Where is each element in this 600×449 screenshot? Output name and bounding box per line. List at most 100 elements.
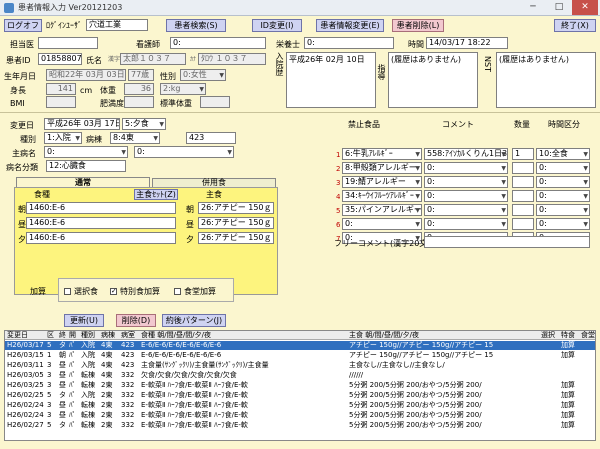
forbidden-food-select[interactable]: 0: [342,218,422,230]
time-class-select[interactable]: 0: [536,176,590,188]
table-row[interactable]: H26/02/27 5 タﾊﾟ 転棟 2東 332 E-軟菜Ⅱ ﾊｰﾌ食/E-軟菜Ⅱ ﾊｰﾌ… [5,421,595,430]
ward-select[interactable]: 8:4東 [110,132,160,144]
table-row[interactable]: H26/03/15 1 朝ﾊﾟ 入院 4東 423 E-6/E-6/E-6/E-6/E-6/… [5,351,595,360]
table-row[interactable]: H26/02/24 3 昼ﾊﾟ 転棟 2東 332 E-軟菜Ⅱ ﾊｰﾌ食/E-軟菜Ⅱ ﾊｰﾌ… [5,411,595,420]
grid-header-cell[interactable]: 食堂 [581,331,595,340]
grid-header-cell[interactable]: 開 [69,331,76,340]
tab-normal[interactable]: 通常 [16,177,150,187]
room-field[interactable]: 423 [186,132,236,144]
staple-lunch[interactable]: 26:アチピー 150ｇ [198,217,274,229]
organization-field: 穴道工業 [86,19,148,31]
nurse-field[interactable]: 0: [170,37,266,49]
table-row[interactable]: H26/03/25 3 昼ﾊﾟ 転棟 2東 332 E-軟菜Ⅱ ﾊｰﾌ食/E-軟菜Ⅱ ﾊｰﾌ… [5,381,595,390]
staple-set-button[interactable]: 主食ｾｯﾄ(Z) [134,189,178,200]
grid-header-cell[interactable]: 選択 [541,331,555,340]
time-class-select[interactable]: 0: [536,218,590,230]
food-type-breakfast[interactable]: 1460:E-6 [26,202,176,214]
table-row[interactable]: H26/02/24 3 昼ﾊﾟ 転棟 2東 332 E-軟菜Ⅱ ﾊｰﾌ食/E-軟菜Ⅱ ﾊｰﾌ… [5,401,595,410]
table-cell: アチピー 150g//アチピー 150g//アチピー 15 [349,351,494,359]
comment-select[interactable]: 0: [424,218,508,230]
table-cell: 3 [47,361,52,369]
patient-delete-button[interactable]: 患者削除(L) [392,19,444,32]
id-change-button[interactable]: ID変更(I) [252,19,302,32]
table-cell: 加算 [561,421,575,429]
staple-breakfast[interactable]: 26:アチピー 150ｇ [198,202,274,214]
comment-select[interactable]: 0: [424,204,508,216]
checkbox-icon[interactable] [174,288,181,295]
pattern-button[interactable]: 約後パターン(J) [162,314,226,327]
comment-select[interactable]: 558:ｱｲｿｶﾙくりん1日3ｷ [424,148,508,160]
staple-header: 主食 [206,190,222,199]
meal-time-select[interactable]: 5:夕食 [122,118,166,130]
logoff-button[interactable]: ログオフ [4,19,42,32]
grid-header-cell[interactable]: 特食 [561,331,575,340]
patient-search-button[interactable]: 患者検索(S) [166,19,226,32]
time-class-select[interactable]: 0: [536,204,590,216]
addon-option[interactable]: 選択食 [64,286,98,297]
minimize-button[interactable]: ─ [520,0,546,15]
checkbox-icon[interactable] [64,288,71,295]
update-button[interactable]: 更新(U) [64,314,104,327]
type-select[interactable]: 1:入院 [44,132,82,144]
disease-class-field[interactable]: 12:心臓食 [46,160,126,172]
table-row[interactable]: H26/03/05 3 昼ﾊﾟ 転棟 4東 332 欠食/欠食/欠食/欠食/欠食/欠食 ///… [5,371,595,380]
comment-select[interactable]: 0: [424,190,508,202]
comment-select[interactable]: 0: [424,176,508,188]
comment-select[interactable]: 0: [424,162,508,174]
forbidden-food-select[interactable]: 6:牛乳ｱﾚﾙｷﾞｰ [342,148,422,160]
forbidden-food-select[interactable]: 34:ｷｰｳｲﾌﾙｰﾂｱﾚﾙｷﾞｰ [342,190,422,202]
qty-field[interactable] [512,204,534,216]
food-type-lunch[interactable]: 1460:E-6 [26,217,176,229]
time-class-select[interactable]: 0: [536,162,590,174]
patient-info-change-button[interactable]: 患者情報変更(E) [316,19,384,32]
checkbox-icon[interactable]: ✓ [110,288,117,295]
delete-button[interactable]: 削除(D) [116,314,156,327]
table-cell: ﾊﾟ [69,401,76,409]
table-row[interactable]: H26/03/17 5 タﾊﾟ 入院 4東 423 E-6/E-6/E-6/E-6/E-6/… [5,341,595,350]
time-label: 時間 [408,40,424,49]
obesity-label: 肥満度 [100,99,124,108]
grid-header-cell[interactable]: 終 [59,331,66,340]
time-class-select[interactable]: 10:全食 [536,148,590,160]
exit-button[interactable]: 終了(X) [554,19,596,32]
disease-select-2[interactable]: 0: [134,146,234,158]
grid-header-cell[interactable]: 病室 [121,331,135,340]
close-window-button[interactable]: ✕ [572,0,598,15]
table-cell: 5分粥 200/5分粥 200/おやつ/5分粥 200/ [349,411,482,419]
addon-option[interactable]: 食堂加算 [174,286,216,297]
table-cell: 1 [47,351,52,359]
qty-field[interactable] [512,162,534,174]
food-type-dinner[interactable]: 1460:E-6 [26,232,176,244]
doctor-field[interactable] [38,37,98,49]
staple-dinner[interactable]: 26:アチピー 150ｇ [198,232,274,244]
time-class-select[interactable]: 0: [536,190,590,202]
forbidden-food-select[interactable]: 8:甲殻類アレルギー [342,162,422,174]
table-row[interactable]: H26/03/11 3 昼ﾊﾟ 入院 4東 423 主食量(ｻﾝｸﾞｯｸﾘ)/主食量(ｻﾝｸ… [5,361,595,370]
disease-select-1[interactable]: 0: [44,146,128,158]
qty-field[interactable] [512,218,534,230]
patient-id-field[interactable]: 01858807 [38,53,82,65]
qty-field[interactable] [512,190,534,202]
table-cell: 423 [121,351,135,359]
tab-combined[interactable]: 併用食 [152,178,276,187]
table-cell: E-軟菜Ⅱ ﾊｰﾌ食/E-軟菜Ⅱ ﾊｰﾌ食/E-軟 [141,411,248,419]
qty-field[interactable]: 1 [512,148,534,160]
grid-header-cell[interactable]: 変更日 [7,331,28,340]
table-cell: E-軟菜Ⅱ ﾊｰﾌ食/E-軟菜Ⅱ ﾊｰﾌ食/E-軟 [141,381,248,389]
grid-header-cell[interactable]: 病棟 [101,331,115,340]
table-row[interactable]: H26/02/25 5 タﾊﾟ 入院 2東 332 E-軟菜Ⅱ ﾊｰﾌ食/E-軟菜Ⅱ ﾊｰﾌ… [5,391,595,400]
grid-header-cell[interactable]: 種別 [81,331,95,340]
history-grid[interactable]: 変更日 区終開種別 病棟 病室 食種 朝/間/昼/間/夕/夜 主食 朝/間/昼/間/夕/夜… [4,330,596,441]
grid-header-cell[interactable]: 主食 朝/間/昼/間/夕/夜 [349,331,419,340]
grid-header-cell[interactable]: 食種 朝/間/昼/間/夕/夜 [141,331,211,340]
forbidden-food-select[interactable]: 35:パインアレルギー [342,204,422,216]
forbidden-food-select[interactable]: 19:鯖アレルギー [342,176,422,188]
nutritionist-field[interactable]: 0: [304,37,394,49]
qty-field[interactable] [512,176,534,188]
free-comment-field[interactable] [424,236,590,248]
change-date-field[interactable]: 平成26年 03月 17日 [44,118,120,130]
table-cell: 5 [47,341,52,349]
grid-header-cell[interactable]: 区 [47,331,54,340]
addon-option[interactable]: ✓ 特別食加算 [110,286,160,297]
maximize-button[interactable]: □ [546,0,572,15]
